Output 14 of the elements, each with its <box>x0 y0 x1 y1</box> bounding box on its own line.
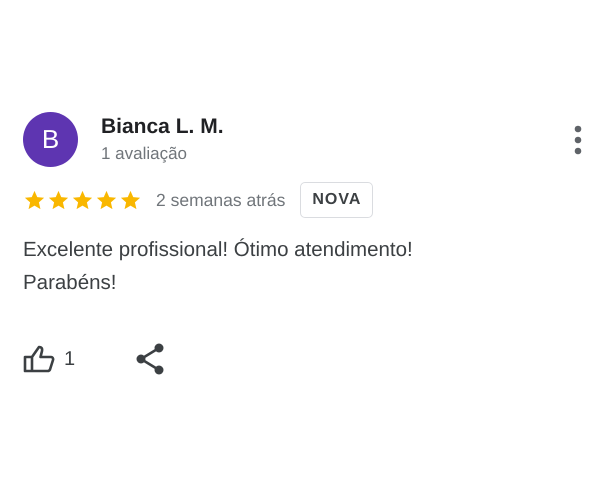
more-options-button[interactable] <box>574 124 582 154</box>
review-text: Excelente profissional! Ótimo atendimento! Parabéns! <box>23 237 414 296</box>
star-icon <box>119 189 142 211</box>
review-count: 1 avaliação <box>101 144 188 164</box>
author-name: Bianca L. M. <box>101 115 225 139</box>
star-icon <box>23 189 46 211</box>
star-icon <box>95 189 118 211</box>
share-button[interactable] <box>135 343 166 375</box>
star-icon <box>71 189 94 211</box>
like-button[interactable]: 1 <box>23 345 76 373</box>
avatar: B <box>23 112 78 167</box>
new-badge: NOVA <box>300 182 374 218</box>
review-time: 2 semanas atrás <box>156 190 286 210</box>
star-icon <box>47 189 70 211</box>
